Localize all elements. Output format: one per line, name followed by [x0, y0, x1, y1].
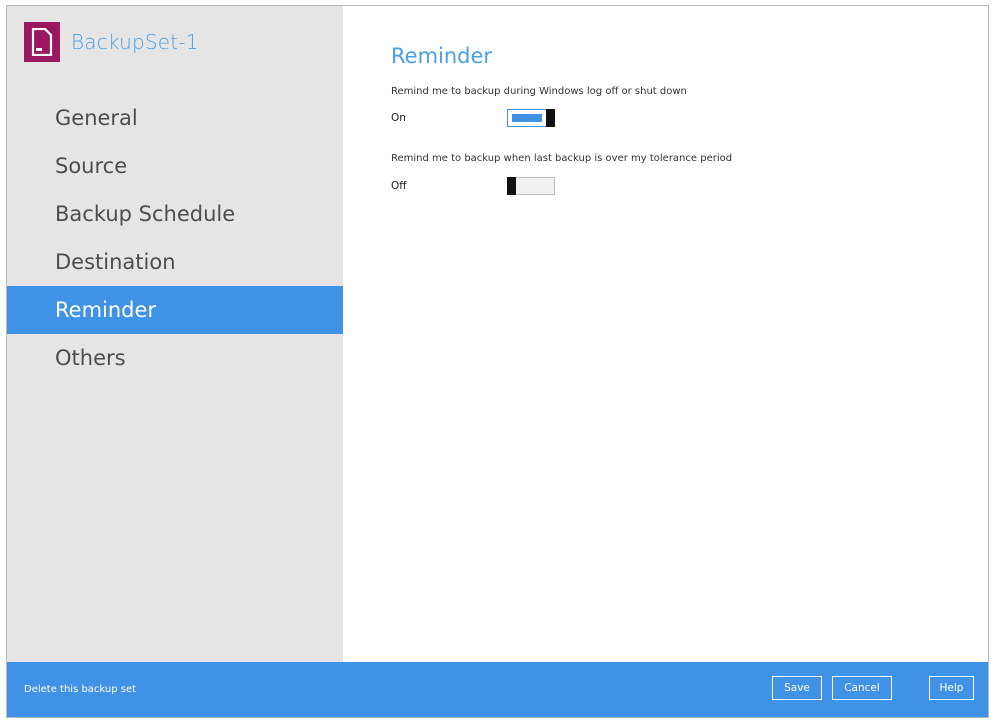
reminder-logoff-label: Remind me to backup during Windows log o… [391, 86, 687, 97]
main-content: Reminder Remind me to backup during Wind… [343, 6, 988, 662]
backupset-title: BackupSet-1 [71, 30, 199, 54]
reminder-tolerance-toggle[interactable] [507, 177, 555, 195]
toggle-knob [546, 109, 555, 127]
sidebar: BackupSet-1 General Source Backup Schedu… [7, 6, 343, 662]
toggle-fill [512, 114, 542, 122]
reminder-logoff-toggle[interactable] [507, 109, 555, 127]
reminder-logoff-state: On [391, 112, 406, 124]
sidebar-item-reminder[interactable]: Reminder [7, 286, 343, 334]
backup-settings-window: BackupSet-1 General Source Backup Schedu… [6, 5, 989, 718]
sidebar-item-destination[interactable]: Destination [7, 238, 343, 286]
reminder-tolerance-state: Off [391, 180, 407, 192]
toggle-knob [507, 177, 516, 195]
footer-bar: Delete this backup set Save Cancel Help [7, 662, 988, 717]
cancel-button[interactable]: Cancel [832, 676, 892, 700]
sidebar-item-backup-schedule[interactable]: Backup Schedule [7, 190, 343, 238]
backupset-header: BackupSet-1 [24, 22, 199, 62]
reminder-tolerance-label: Remind me to backup when last backup is … [391, 153, 733, 164]
sidebar-item-general[interactable]: General [7, 94, 343, 142]
sidebar-item-others[interactable]: Others [7, 334, 343, 382]
page-title: Reminder [391, 44, 493, 68]
sidebar-nav: General Source Backup Schedule Destinati… [7, 94, 343, 382]
delete-backup-set-link[interactable]: Delete this backup set [24, 684, 136, 695]
save-button[interactable]: Save [772, 676, 822, 700]
file-icon [24, 22, 60, 62]
help-button[interactable]: Help [929, 676, 974, 700]
sidebar-item-source[interactable]: Source [7, 142, 343, 190]
